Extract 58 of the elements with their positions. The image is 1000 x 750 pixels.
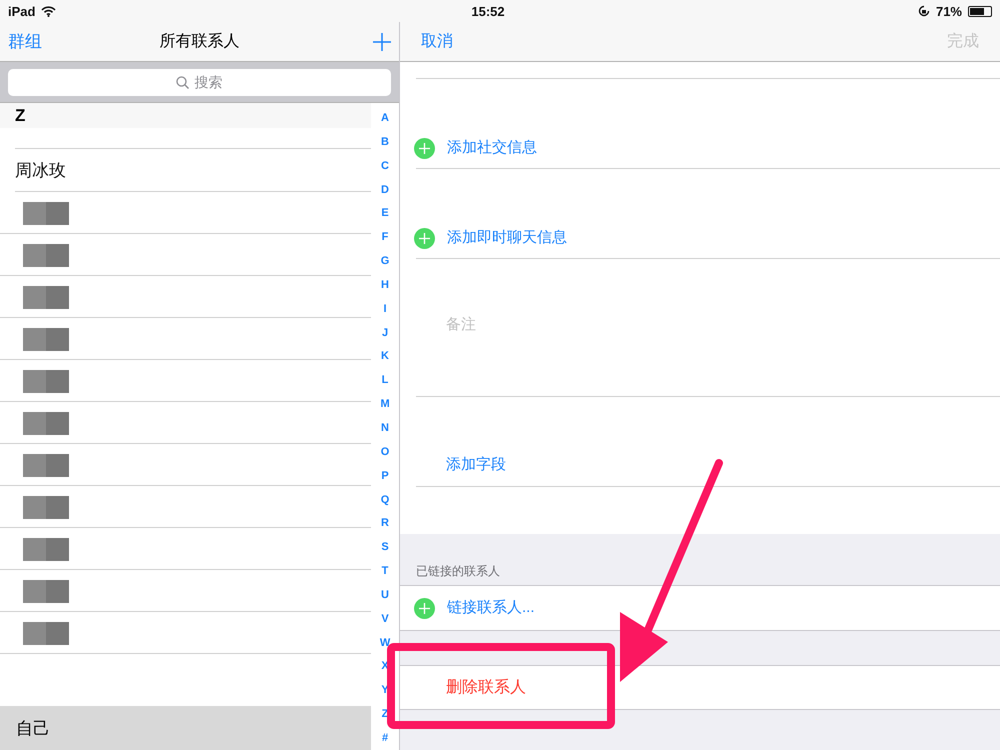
pixelated-name: [23, 202, 69, 225]
index-letter[interactable]: M: [380, 398, 390, 410]
index-letter[interactable]: K: [381, 350, 389, 362]
section-header: 已链接的联系人: [416, 563, 500, 580]
index-letter[interactable]: U: [381, 588, 389, 601]
index-letter[interactable]: N: [381, 422, 389, 434]
pixelated-name: [23, 286, 69, 309]
index-letter[interactable]: #: [382, 732, 388, 744]
index-letter[interactable]: W: [380, 636, 390, 649]
battery-icon: [968, 6, 992, 16]
link-contacts-button[interactable]: 链接联系人...: [447, 597, 535, 619]
pixelated-name: [23, 244, 69, 267]
pixelated-name: [23, 328, 69, 351]
add-circle-icon[interactable]: [414, 228, 435, 249]
index-letter[interactable]: L: [382, 374, 388, 386]
section-header: Z: [0, 103, 372, 128]
add-row-label[interactable]: 添加即时聊天信息: [447, 227, 567, 249]
pixelated-name: [23, 412, 69, 435]
delete-contact-button[interactable]: 删除联系人: [446, 677, 526, 698]
pixelated-name: [23, 454, 69, 477]
index-letter[interactable]: V: [381, 612, 389, 625]
index-letter[interactable]: P: [381, 470, 389, 482]
index-letter[interactable]: F: [382, 231, 388, 244]
pixelated-name: [23, 370, 69, 393]
index-letter[interactable]: E: [381, 207, 389, 220]
device-name: iPad: [8, 4, 36, 18]
wifi-icon: [41, 6, 56, 16]
add-circle-icon[interactable]: [414, 598, 435, 618]
index-letter[interactable]: D: [381, 184, 389, 196]
pixelated-name: [23, 496, 69, 519]
index-letter[interactable]: A: [381, 112, 389, 124]
index-letter[interactable]: S: [381, 541, 389, 554]
add-field-link[interactable]: 添加字段: [446, 454, 506, 476]
add-row-label[interactable]: 添加社交信息: [447, 137, 537, 159]
index-letter[interactable]: O: [380, 446, 390, 458]
index-letter[interactable]: I: [384, 302, 387, 315]
index-letter[interactable]: H: [381, 278, 389, 291]
pixelated-name: [23, 538, 69, 561]
index-letter[interactable]: J: [382, 326, 388, 339]
index-letter[interactable]: C: [381, 160, 389, 172]
rotation-lock-icon: [918, 5, 930, 17]
pixelated-name: [23, 622, 69, 645]
nav-title: 所有联系人: [160, 33, 240, 50]
status-time: 15:52: [471, 4, 505, 18]
battery-percent: 71%: [936, 4, 962, 18]
my-card-row[interactable]: 自己: [0, 706, 372, 750]
cancel-button[interactable]: 取消: [421, 31, 453, 52]
contact-name[interactable]: 周冰玫: [15, 158, 66, 182]
pixelated-name: [23, 580, 69, 603]
index-letter[interactable]: Q: [380, 494, 390, 506]
index-letter[interactable]: T: [382, 565, 388, 578]
add-circle-icon[interactable]: [414, 138, 435, 159]
index-letter[interactable]: B: [381, 136, 389, 148]
search-field[interactable]: 搜索: [8, 68, 391, 96]
groups-button[interactable]: 群组: [8, 30, 42, 53]
index-letter[interactable]: G: [380, 255, 390, 268]
add-icon[interactable]: [373, 32, 391, 50]
index-letter[interactable]: R: [381, 517, 389, 530]
